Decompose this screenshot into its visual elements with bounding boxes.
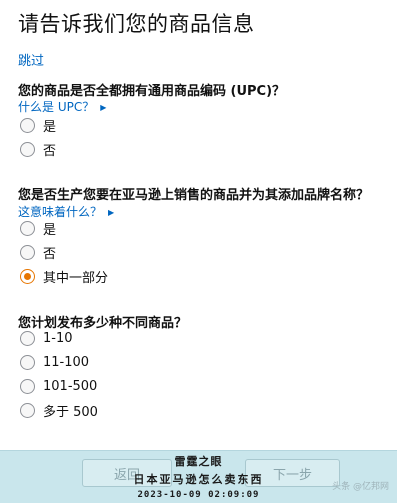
radio-option-label: 否: [43, 246, 57, 262]
radio-option-label: 其中一部分: [43, 270, 109, 286]
radio-option-upc-yes[interactable]: 是: [20, 115, 56, 135]
question-upc: 您的商品是否全都拥有通用商品编码 (UPC)？: [18, 84, 286, 99]
stamp-title: 雷霆之眼: [174, 455, 223, 468]
radio-option-count-1-10[interactable]: 1-10: [20, 328, 73, 348]
help-link-brand-label: 这意味着什么？: [18, 205, 103, 219]
radio-button[interactable]: [20, 220, 35, 236]
radio-button[interactable]: [20, 354, 35, 370]
caret-right-icon: ▶: [100, 103, 107, 112]
radio-option-label: 是: [43, 222, 57, 238]
radio-option-upc-no[interactable]: 否: [20, 139, 56, 159]
radio-option-count-11-100[interactable]: 11-100: [20, 352, 89, 372]
radio-option-label: 否: [43, 143, 57, 159]
radio-option-count-101-500[interactable]: 101-500: [20, 376, 97, 396]
radio-option-count-500-plus[interactable]: 多于 500: [20, 400, 98, 420]
footer-bar: 返回 下一步 雷霆之眼 日本亚马逊怎么卖东西 2023-10-09 02:09:…: [0, 450, 397, 503]
caret-right-icon: ▶: [108, 208, 115, 217]
radio-option-label: 多于 500: [43, 404, 98, 420]
help-link-upc-label: 什么是 UPC？: [18, 100, 95, 114]
radio-button[interactable]: [20, 378, 35, 394]
radio-option-brand-yes[interactable]: 是: [20, 218, 56, 238]
radio-button[interactable]: [20, 402, 35, 418]
radio-button[interactable]: [20, 244, 35, 260]
radio-button[interactable]: [20, 117, 35, 133]
radio-option-brand-no[interactable]: 否: [20, 242, 56, 262]
radio-option-label: 11-100: [43, 354, 90, 370]
radio-option-brand-partial[interactable]: 其中一部分: [20, 266, 108, 286]
radio-button[interactable]: [20, 330, 35, 346]
question-brand: 您是否生产您要在亚马逊上销售的商品并为其添加品牌名称？: [18, 188, 370, 203]
watermark: 头条 @亿邦网: [332, 482, 389, 492]
radio-option-label: 是: [43, 119, 57, 135]
radio-button[interactable]: [20, 141, 35, 157]
radio-button-selected[interactable]: [20, 268, 35, 284]
radio-option-label: 101-500: [43, 378, 98, 394]
radio-option-label: 1-10: [43, 330, 73, 346]
page-title: 请告诉我们您的商品信息: [18, 12, 255, 36]
help-link-upc[interactable]: 什么是 UPC？ ▶: [18, 98, 106, 115]
skip-link[interactable]: 跳过: [18, 50, 44, 69]
